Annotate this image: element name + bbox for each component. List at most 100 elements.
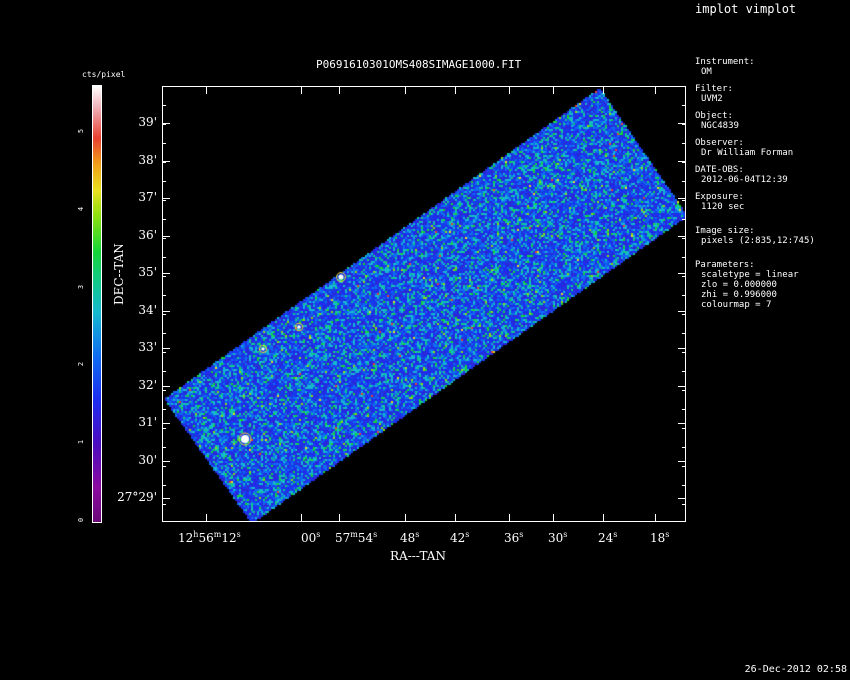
tick-mark <box>405 86 406 94</box>
tick-mark <box>682 162 686 163</box>
y-tick-label: 34' <box>138 303 157 317</box>
x-tick-label: 48s <box>400 530 420 545</box>
tick-mark <box>655 86 656 94</box>
exposure-info: Exposure: 1120 sec <box>695 192 815 212</box>
tick-mark <box>603 514 604 522</box>
tick-mark <box>682 276 686 277</box>
parameter-item: zhi = 0.996000 <box>701 290 777 300</box>
tick-mark <box>682 371 686 372</box>
tick-mark <box>162 200 166 201</box>
tick-mark <box>682 86 686 87</box>
x-tick-label: 36s <box>504 530 524 545</box>
colorbar-tick-label: 2 <box>77 361 86 367</box>
tick-mark <box>655 514 656 522</box>
x-axis-label: RA---TAN <box>390 549 446 563</box>
image-plot[interactable] <box>162 86 686 522</box>
tick-mark <box>162 466 166 467</box>
tick-mark <box>162 498 170 499</box>
tick-mark <box>682 333 686 334</box>
tick-mark <box>682 143 686 144</box>
colorbar-tick-label: 3 <box>77 284 86 290</box>
y-tick-label: 38' <box>138 153 157 167</box>
tick-mark <box>678 386 686 387</box>
tick-mark <box>682 314 686 315</box>
tick-mark <box>678 348 686 349</box>
parameters-list: scaletype = linear zlo = 0.000000 zhi = 0.… <box>695 270 815 310</box>
filter-value: UVM2 <box>701 94 723 104</box>
y-tick-label: 27°29' <box>117 490 157 504</box>
tick-mark <box>162 105 166 106</box>
tick-mark <box>162 295 166 296</box>
y-tick-label: 39' <box>138 115 157 129</box>
tick-mark <box>509 514 510 522</box>
x-tick-label: 30s <box>548 530 568 545</box>
tick-mark <box>162 314 166 315</box>
tick-mark <box>678 311 686 312</box>
footer-timestamp: 26-Dec-2012 02:58 <box>744 664 847 675</box>
info-panel: Instrument: OM Filter: UVM2 Object: NGC4… <box>695 57 815 317</box>
tick-mark <box>162 311 170 312</box>
colorbar <box>92 85 102 523</box>
tick-mark <box>162 428 166 429</box>
tick-mark <box>301 86 302 94</box>
tick-mark <box>162 162 166 163</box>
y-tick-label: 35' <box>138 265 157 279</box>
x-tick-label: 18s <box>650 530 670 545</box>
tick-mark <box>162 423 170 424</box>
date-obs-value: 2012-06-04T12:39 <box>701 175 788 185</box>
tick-mark <box>455 86 456 94</box>
colorbar-tick-label: 0 <box>77 517 86 523</box>
tick-mark <box>682 105 686 106</box>
tick-mark <box>682 200 686 201</box>
tick-mark <box>339 86 340 94</box>
date-obs-info: DATE-OBS: 2012-06-04T12:39 <box>695 165 815 185</box>
object-info: Object: NGC4839 <box>695 111 815 131</box>
tick-mark <box>162 485 166 486</box>
object-label: Object: <box>695 111 733 121</box>
window-title: implot vimplot <box>695 2 797 16</box>
tick-mark <box>162 333 166 334</box>
tick-mark <box>162 143 166 144</box>
tick-mark <box>682 504 686 505</box>
image-size-value: pixels (2:835,12:745) <box>701 236 815 246</box>
tick-mark <box>405 514 406 522</box>
tick-mark <box>162 371 166 372</box>
tick-mark <box>301 514 302 522</box>
tick-mark <box>162 504 166 505</box>
tick-mark <box>682 257 686 258</box>
colorbar-tick-label: 5 <box>77 128 86 134</box>
image-size-info: Image size: pixels (2:835,12:745) <box>695 226 815 246</box>
x-tick-label: 57m54s <box>335 530 378 545</box>
tick-mark <box>206 86 207 94</box>
image-size-label: Image size: <box>695 226 755 236</box>
date-obs-label: DATE-OBS: <box>695 165 744 175</box>
tick-mark <box>162 181 166 182</box>
y-tick-label: 33' <box>138 340 157 354</box>
tick-mark <box>162 390 166 391</box>
tick-mark <box>206 514 207 522</box>
tick-mark <box>162 236 170 237</box>
tick-mark <box>678 423 686 424</box>
tick-mark <box>682 390 686 391</box>
instrument-label: Instrument: <box>695 57 755 67</box>
tick-mark <box>162 447 166 448</box>
parameters-info: Parameters: scaletype = linear zlo = 0.00… <box>695 260 815 310</box>
tick-mark <box>162 273 170 274</box>
x-tick-label: 12h56m12s <box>178 530 241 545</box>
exposure-label: Exposure: <box>695 192 744 202</box>
y-tick-label: 37' <box>138 190 157 204</box>
tick-mark <box>455 514 456 522</box>
object-value: NGC4839 <box>701 121 739 131</box>
sky-image[interactable] <box>163 87 685 521</box>
tick-mark <box>682 428 686 429</box>
x-tick-label: 24s <box>598 530 618 545</box>
observer-label: Observer: <box>695 138 744 148</box>
tick-mark <box>553 514 554 522</box>
tick-mark <box>682 447 686 448</box>
tick-mark <box>682 219 686 220</box>
y-tick-label: 36' <box>138 228 157 242</box>
tick-mark <box>682 466 686 467</box>
tick-mark <box>682 409 686 410</box>
y-tick-label: 31' <box>138 415 157 429</box>
tick-mark <box>162 124 166 125</box>
